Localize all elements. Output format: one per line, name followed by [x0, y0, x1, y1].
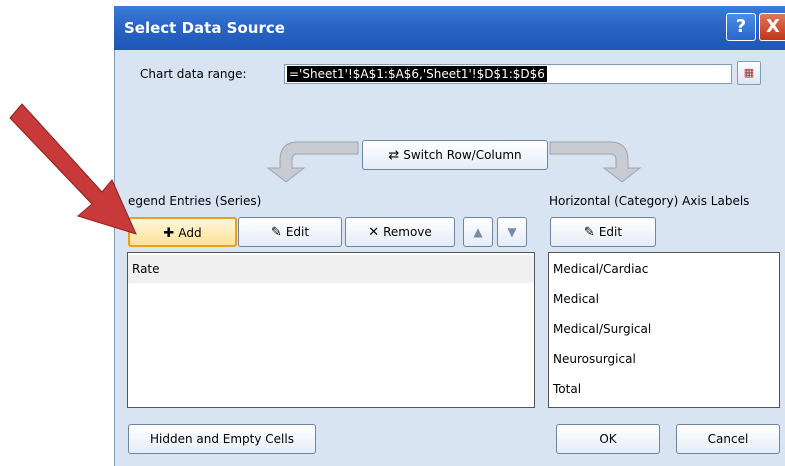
category-item[interactable]: Medical/Cardiac	[549, 255, 779, 283]
chart-data-range-label: Chart data range:	[140, 67, 247, 81]
switch-row-column-label: Switch Row/Column	[403, 148, 522, 162]
curved-arrow-left-icon	[266, 141, 359, 182]
edit-series-button[interactable]: ✎ Edit	[238, 217, 342, 247]
category-item-label: Medical	[553, 292, 599, 306]
add-label: Add	[178, 226, 202, 240]
move-down-button[interactable]: ▼	[497, 217, 527, 247]
category-item-label: Total	[553, 382, 582, 396]
edit-axis-labels-button[interactable]: ✎ Edit	[550, 217, 656, 247]
add-icon: ✚	[163, 226, 175, 241]
arrow-down-icon: ▼	[507, 225, 517, 239]
chart-data-range-value: ='Sheet1'!$A$1:$A$6,'Sheet1'!$D$1:$D$6	[287, 66, 547, 82]
edit-icon: ✎	[270, 225, 282, 240]
ok-label: OK	[599, 432, 617, 446]
category-item[interactable]: Total	[549, 375, 779, 403]
ok-button[interactable]: OK	[556, 424, 660, 454]
collapse-dialog-button[interactable]: ▦	[737, 61, 761, 85]
category-item-label: Medical/Surgical	[553, 322, 652, 336]
series-item-rate[interactable]: Rate	[128, 255, 534, 283]
edit-axis-label: Edit	[598, 225, 623, 239]
edit-icon: ✎	[583, 225, 595, 240]
category-item[interactable]: Neurosurgical	[549, 345, 779, 373]
category-item[interactable]: Medical	[549, 285, 779, 313]
switch-icon: ⇄	[388, 148, 400, 163]
remove-series-button[interactable]: ✕ Remove	[345, 217, 455, 247]
help-button[interactable]: ?	[726, 13, 756, 41]
pointer-arrow-icon	[9, 103, 137, 235]
remove-icon: ✕	[368, 225, 380, 240]
cancel-button[interactable]: Cancel	[676, 424, 780, 454]
arrow-up-icon: ▲	[473, 225, 483, 239]
remove-label: Remove	[383, 225, 432, 239]
series-list[interactable]: Rate	[127, 252, 535, 408]
axis-labels-heading: Horizontal (Category) Axis Labels	[549, 194, 750, 208]
dialog-title: Select Data Source	[124, 19, 285, 37]
hidden-empty-cells-button[interactable]: Hidden and Empty Cells	[128, 424, 316, 454]
category-item-label: Medical/Cardiac	[553, 262, 649, 276]
category-item-label: Neurosurgical	[553, 352, 636, 366]
curved-arrow-right-icon	[549, 141, 642, 182]
hidden-empty-cells-label: Hidden and Empty Cells	[150, 432, 294, 446]
category-item[interactable]: Medical/Surgical	[549, 315, 779, 343]
switch-row-column-button[interactable]: ⇄ Switch Row/Column	[362, 140, 548, 170]
series-item-label: Rate	[132, 262, 160, 276]
range-select-icon: ▦	[743, 66, 755, 79]
cancel-label: Cancel	[707, 432, 749, 446]
close-button[interactable]: X	[759, 13, 785, 41]
category-list[interactable]: Medical/Cardiac Medical Medical/Surgical…	[548, 252, 780, 408]
move-up-button[interactable]: ▲	[463, 217, 493, 247]
edit-series-label: Edit	[285, 225, 310, 239]
